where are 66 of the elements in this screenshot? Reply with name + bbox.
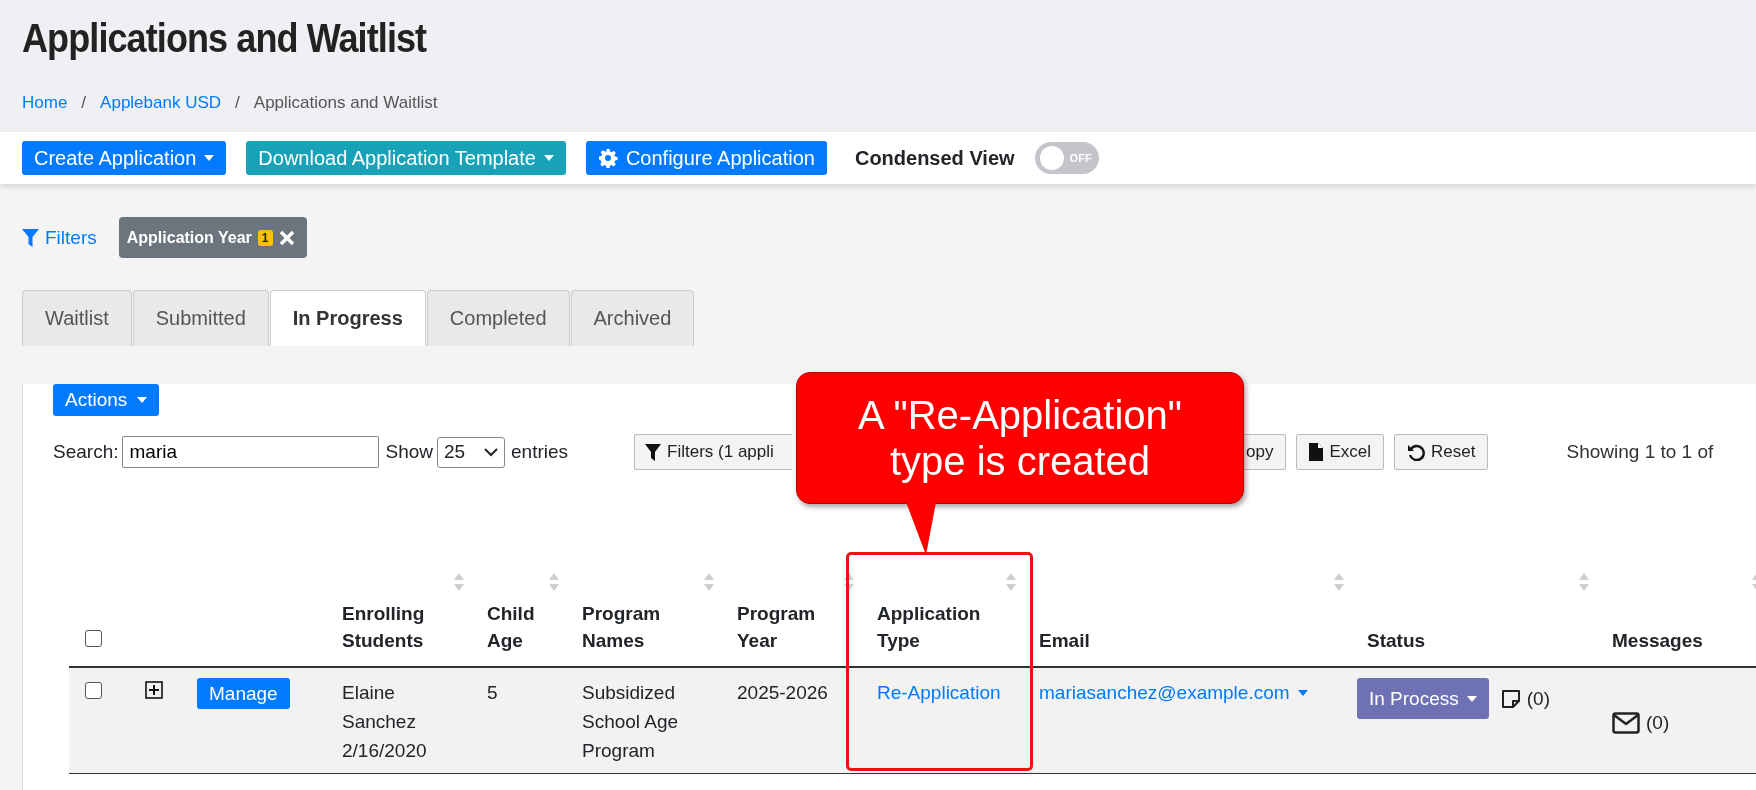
envelope-icon[interactable]: [1612, 711, 1640, 734]
birth-date: 2/16/2020: [342, 739, 428, 763]
funnel-icon: [645, 443, 662, 461]
caret-icon: [1297, 689, 1308, 696]
tab[interactable]: Archived: [570, 290, 695, 346]
callout-text: A "Re-Application" type is created: [856, 392, 1184, 484]
condensed-view-label: Condensed View: [854, 146, 1015, 170]
toolbar-button[interactable]: Configure Application: [585, 141, 827, 175]
tab[interactable]: Completed: [426, 290, 570, 346]
chevron-icon: [484, 447, 498, 457]
search-field[interactable]: maria: [122, 436, 380, 468]
toolbar-button[interactable]: Create Application: [22, 141, 227, 175]
entries-select[interactable]: 25: [437, 436, 505, 468]
manage-button[interactable]: Manage: [197, 678, 290, 709]
breadcrumb-link[interactable]: Home: [22, 93, 68, 113]
breadcrumb-link[interactable]: Applebank USD: [100, 93, 222, 113]
messages-count: (0): [1646, 711, 1670, 735]
caret-icon: [543, 155, 554, 161]
caret-icon: [1466, 695, 1477, 702]
expand-icon[interactable]: [145, 681, 163, 699]
column-header: Status: [1367, 630, 1426, 651]
table-cell: 2025-2026: [737, 682, 828, 703]
chip-label: Application Year: [126, 228, 252, 247]
column-header: Messages: [1612, 630, 1703, 651]
page-title: Applications and Waitlist: [22, 15, 427, 61]
entries-label: entries: [511, 441, 569, 463]
column-header: Email: [1039, 630, 1090, 651]
gear-icon: [597, 148, 618, 168]
application-type-link[interactable]: Re-Application: [877, 682, 1001, 703]
actions-button[interactable]: Actions: [53, 384, 160, 416]
table-button[interactable]: opy: [1244, 434, 1287, 470]
breadcrumb-current: Applications and Waitlist: [253, 93, 438, 113]
table-button[interactable]: Excel: [1296, 434, 1385, 470]
column-header: Program Year: [737, 603, 816, 651]
breadcrumb-separator: /: [81, 93, 87, 113]
showing-text: Showing 1 to 1 of: [1566, 441, 1714, 463]
column-header: Child Age: [487, 603, 535, 651]
filters-link[interactable]: Filters: [22, 226, 97, 249]
file-icon: [1309, 443, 1324, 461]
breadcrumb-separator: /: [235, 93, 240, 113]
column-header: Application Type: [877, 603, 981, 651]
column-header: Program Names: [582, 603, 661, 651]
search-label: Search:: [53, 441, 119, 463]
caret-icon: [204, 155, 215, 161]
tab[interactable]: Submitted: [132, 290, 269, 346]
caret-icon: [137, 397, 148, 403]
filter-chip[interactable]: Application Year 1: [118, 217, 307, 258]
table-button[interactable]: Filters (1 appli: [634, 434, 793, 470]
table-cell-text: Subsidized School Age Program: [582, 681, 680, 763]
funnel-icon: [22, 228, 39, 247]
note-icon[interactable]: [1500, 688, 1521, 709]
close-icon[interactable]: [278, 229, 295, 246]
row-checkbox[interactable]: [85, 682, 102, 699]
notes-count: (0): [1526, 687, 1550, 711]
select-all-checkbox[interactable]: [85, 630, 102, 647]
status-button[interactable]: In Process: [1357, 678, 1489, 719]
tab[interactable]: In Progress: [269, 290, 426, 346]
table-cell: 5: [487, 682, 498, 703]
table-button[interactable]: Reset: [1394, 434, 1489, 470]
column-header: Enrolling Students: [342, 603, 425, 651]
tab[interactable]: Waitlist: [22, 290, 132, 346]
undo-icon: [1407, 443, 1426, 461]
count-badge: 1: [257, 229, 273, 246]
student-name: Elaine Sanchez: [342, 681, 417, 734]
sort-icon[interactable]: [843, 572, 855, 592]
show-label: Show: [385, 441, 433, 463]
